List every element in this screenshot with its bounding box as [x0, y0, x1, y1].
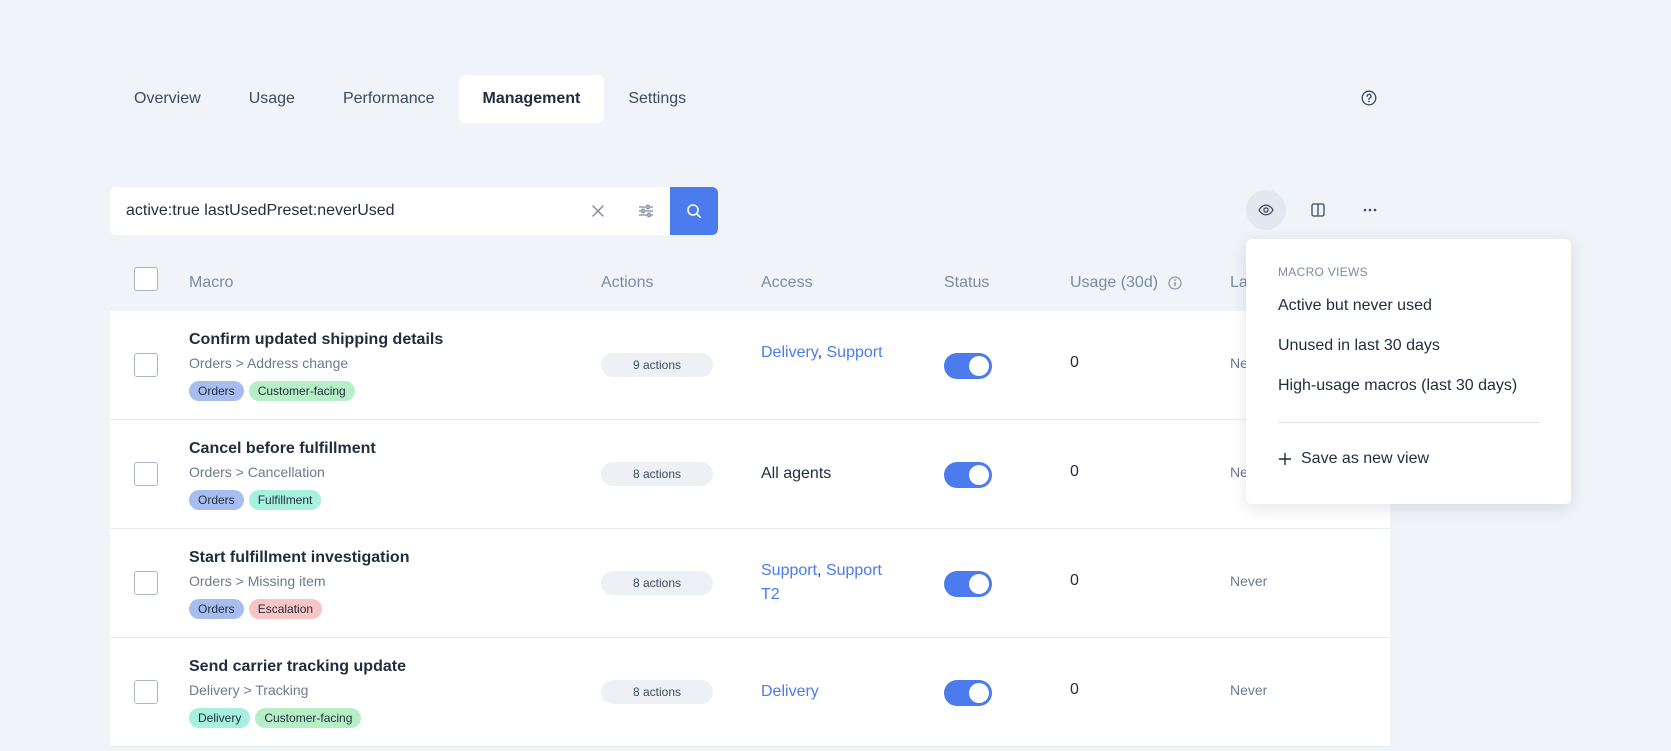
table-row[interactable]: Start fulfillment investigation Orders >… — [110, 529, 1390, 638]
status-toggle[interactable] — [944, 571, 992, 597]
macro-path: Orders > Missing item — [189, 573, 326, 589]
plus-icon — [1278, 452, 1292, 466]
save-view-button[interactable]: Save as new view — [1278, 450, 1429, 468]
toggle-knob — [969, 356, 989, 376]
toggle-knob — [969, 465, 989, 485]
help-circle-icon[interactable] — [1361, 90, 1377, 106]
macro-title[interactable]: Start fulfillment investigation — [189, 549, 409, 567]
header-usage[interactable]: Usage (30d) — [1070, 255, 1158, 311]
access-cell: Delivery — [761, 680, 891, 704]
tab-management[interactable]: Management — [458, 75, 605, 123]
tab-bar: Overview Usage Performance Management Se… — [110, 75, 710, 123]
access-link[interactable]: Delivery — [761, 344, 818, 361]
tag-list: Orders Fulfillment — [189, 490, 322, 510]
status-toggle[interactable] — [944, 680, 992, 706]
access-link[interactable]: Support — [761, 562, 817, 579]
more-button[interactable] — [1350, 190, 1390, 230]
tag: Escalation — [248, 599, 323, 619]
search-bar — [110, 187, 718, 235]
access-text: , — [817, 562, 826, 579]
access-text: All agents — [761, 465, 832, 482]
tag: Orders — [189, 381, 244, 401]
tag: Fulfillment — [248, 490, 322, 510]
access-cell: Delivery, Support — [761, 341, 891, 365]
usage-count: 0 — [1070, 681, 1079, 698]
status-toggle[interactable] — [944, 462, 992, 488]
tag: Orders — [189, 599, 244, 619]
toggle-knob — [969, 574, 989, 594]
tag: Orders — [189, 490, 244, 510]
tag: Delivery — [189, 708, 251, 728]
last-used: Never — [1230, 682, 1268, 698]
table-row[interactable]: Confirm updated shipping details Orders … — [110, 311, 1390, 420]
dropdown-divider — [1278, 422, 1540, 423]
search-icon — [687, 204, 701, 218]
macro-title[interactable]: Cancel before fulfillment — [189, 440, 376, 458]
actions-count-badge: 8 actions — [601, 462, 713, 486]
header-actions[interactable]: Actions — [601, 255, 653, 311]
columns-icon — [1311, 203, 1325, 217]
dropdown-heading: MACRO VIEWS — [1278, 265, 1368, 279]
tab-settings[interactable]: Settings — [604, 75, 710, 123]
eye-icon — [1258, 204, 1274, 216]
table-header: Macro Actions Access Status Usage (30d) … — [110, 255, 1390, 311]
sliders-icon[interactable] — [622, 187, 670, 235]
usage-count: 0 — [1070, 463, 1079, 480]
search-button[interactable] — [670, 187, 718, 235]
status-toggle[interactable] — [944, 353, 992, 379]
last-used: Never — [1230, 573, 1268, 589]
macros-table: Macro Actions Access Status Usage (30d) … — [110, 255, 1390, 747]
access-text: , — [817, 344, 827, 361]
macro-title[interactable]: Send carrier tracking update — [189, 658, 406, 676]
search-input[interactable] — [110, 187, 574, 235]
actions-count-badge: 8 actions — [601, 571, 713, 595]
tag-list: Orders Escalation — [189, 599, 323, 619]
tab-usage[interactable]: Usage — [225, 75, 319, 123]
macro-path: Orders > Address change — [189, 355, 349, 371]
toggle-knob — [969, 683, 989, 703]
tag: Customer-facing — [255, 708, 362, 728]
view-option-active-never-used[interactable]: Active but never used — [1278, 297, 1432, 315]
header-macro[interactable]: Macro — [189, 255, 233, 311]
tag-list: Delivery Customer-facing — [189, 708, 362, 728]
tab-performance[interactable]: Performance — [319, 75, 459, 123]
actions-count-badge: 8 actions — [601, 680, 713, 704]
macro-views-dropdown: MACRO VIEWS Active but never used Unused… — [1246, 239, 1571, 504]
view-option-high-usage[interactable]: High-usage macros (last 30 days) — [1278, 377, 1517, 395]
table-row[interactable]: Send carrier tracking update Delivery > … — [110, 638, 1390, 747]
tab-overview[interactable]: Overview — [110, 75, 225, 123]
row-checkbox[interactable] — [134, 571, 158, 595]
actions-count-badge: 9 actions — [601, 353, 713, 377]
header-access[interactable]: Access — [761, 255, 813, 311]
view-button[interactable] — [1246, 190, 1286, 230]
row-checkbox[interactable] — [134, 680, 158, 704]
row-checkbox[interactable] — [134, 353, 158, 377]
table-row[interactable]: Cancel before fulfillment Orders > Cance… — [110, 420, 1390, 529]
usage-count: 0 — [1070, 354, 1079, 371]
header-status[interactable]: Status — [944, 255, 989, 311]
columns-button[interactable] — [1298, 190, 1338, 230]
access-cell: All agents — [761, 462, 891, 486]
macro-path: Orders > Cancellation — [189, 464, 325, 480]
save-view-label: Save as new view — [1301, 450, 1430, 467]
view-option-unused-30-days[interactable]: Unused in last 30 days — [1278, 337, 1440, 355]
close-icon[interactable] — [574, 187, 622, 235]
access-link[interactable]: Support — [827, 344, 883, 361]
access-cell: Support, Support T2 — [761, 559, 891, 607]
tag-list: Orders Customer-facing — [189, 381, 355, 401]
info-icon[interactable] — [1168, 276, 1182, 290]
row-checkbox[interactable] — [134, 462, 158, 486]
macro-path: Delivery > Tracking — [189, 682, 309, 698]
access-link[interactable]: Delivery — [761, 683, 819, 700]
more-horizontal-icon — [1363, 208, 1377, 212]
select-all-checkbox[interactable] — [134, 267, 158, 291]
macro-title[interactable]: Confirm updated shipping details — [189, 331, 443, 349]
tag: Customer-facing — [248, 381, 355, 401]
usage-count: 0 — [1070, 572, 1079, 589]
